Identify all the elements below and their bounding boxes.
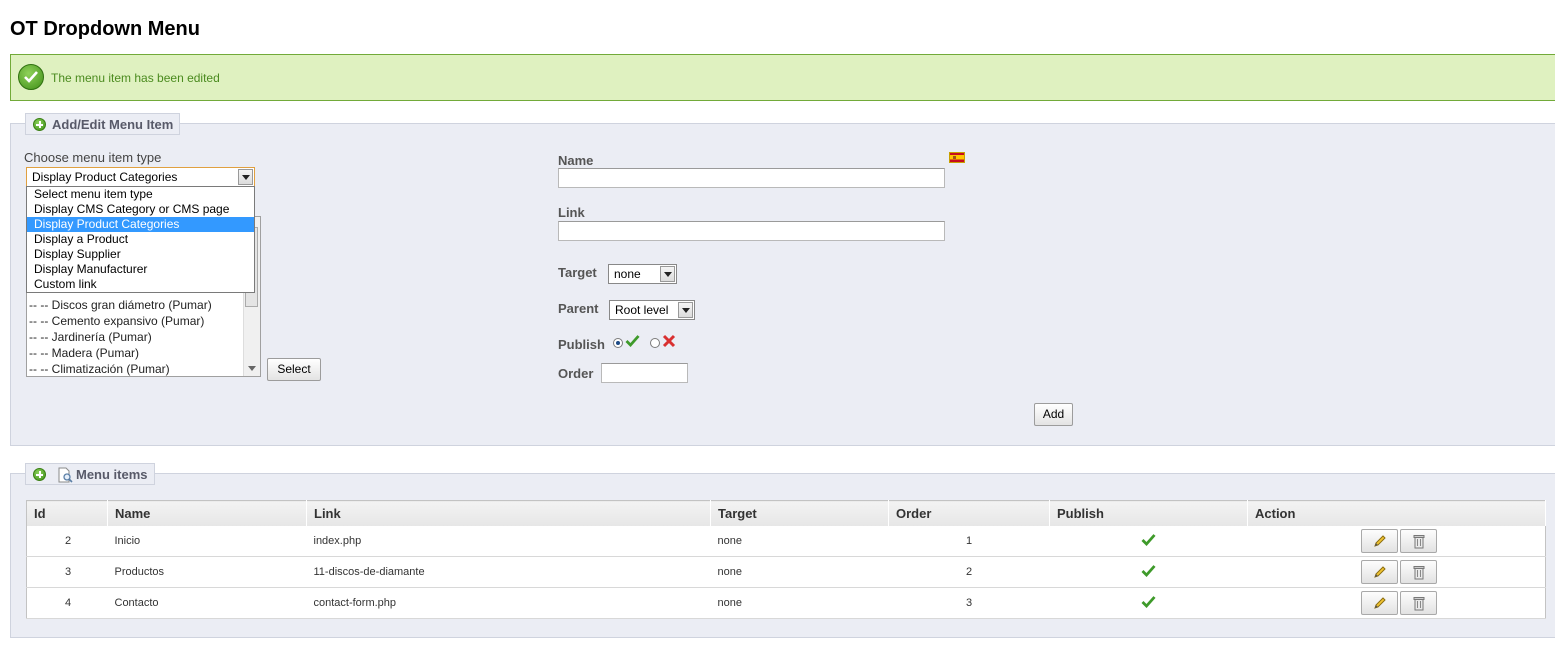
column-header-publish: Publish bbox=[1049, 500, 1248, 526]
menu-items-legend-text: Menu items bbox=[76, 467, 148, 482]
page-title: OT Dropdown Menu bbox=[10, 18, 200, 40]
target-select[interactable]: none bbox=[608, 264, 677, 284]
cell-name: Contacto bbox=[107, 587, 307, 619]
dropdown-option[interactable]: Display a Product bbox=[27, 232, 254, 247]
type-dropdown-list[interactable]: Select menu item type Display CMS Catego… bbox=[26, 186, 255, 293]
select-button[interactable]: Select bbox=[267, 358, 321, 381]
cell-id: 4 bbox=[26, 587, 108, 619]
type-select[interactable]: Display Product Categories bbox=[26, 167, 255, 187]
link-label: Link bbox=[558, 205, 585, 220]
success-check-icon bbox=[18, 64, 44, 90]
cell-action bbox=[1247, 556, 1546, 588]
table-row: 4 Contacto contact-form.php none 3 bbox=[26, 587, 1546, 619]
dropdown-option[interactable]: Display Supplier bbox=[27, 247, 254, 262]
delete-button[interactable] bbox=[1400, 529, 1437, 553]
document-search-icon bbox=[57, 467, 73, 490]
pencil-icon bbox=[1374, 535, 1386, 547]
dropdown-option[interactable]: Select menu item type bbox=[27, 187, 254, 202]
add-edit-legend-text: Add/Edit Menu Item bbox=[52, 117, 174, 132]
cell-publish bbox=[1049, 556, 1248, 588]
success-alert: The menu item has been edited bbox=[10, 54, 1555, 101]
column-header-action: Action bbox=[1247, 500, 1546, 526]
cell-link: index.php bbox=[306, 526, 711, 557]
delete-button[interactable] bbox=[1400, 560, 1437, 584]
cell-link: contact-form.php bbox=[306, 587, 711, 619]
list-item[interactable]: -- -- Discos gran diámetro (Pumar) bbox=[27, 297, 260, 313]
publish-yes-radio[interactable] bbox=[613, 338, 623, 348]
chevron-down-icon[interactable] bbox=[238, 169, 253, 185]
cell-order: 1 bbox=[888, 526, 1050, 557]
dropdown-option[interactable]: Display CMS Category or CMS page bbox=[27, 202, 254, 217]
cell-name: Inicio bbox=[107, 526, 307, 557]
cell-id: 2 bbox=[26, 526, 108, 557]
dropdown-option-selected[interactable]: Display Product Categories bbox=[27, 217, 254, 232]
order-label: Order bbox=[558, 366, 594, 381]
column-header-order: Order bbox=[888, 500, 1050, 526]
parent-label: Parent bbox=[558, 301, 599, 316]
scroll-down-arrow-icon[interactable] bbox=[248, 366, 256, 371]
list-item[interactable]: -- -- Madera (Pumar) bbox=[27, 345, 260, 361]
cell-target: none bbox=[710, 526, 889, 557]
publish-label: Publish bbox=[558, 337, 605, 352]
column-header-target: Target bbox=[710, 500, 889, 526]
cell-publish bbox=[1049, 587, 1248, 619]
dropdown-option[interactable]: Display Manufacturer bbox=[27, 262, 254, 277]
parent-select[interactable]: Root level bbox=[609, 300, 695, 320]
cell-name: Productos bbox=[107, 556, 307, 588]
list-item[interactable]: -- -- Climatización (Pumar) bbox=[27, 361, 260, 376]
name-label: Name bbox=[558, 153, 594, 168]
menu-items-table: Id Name Link Target Order Publish Action… bbox=[26, 500, 1546, 619]
type-label: Choose menu item type bbox=[24, 150, 162, 165]
trash-icon bbox=[1413, 535, 1425, 549]
column-header-id: Id bbox=[26, 500, 108, 526]
table-row: 2 Inicio index.php none 1 bbox=[26, 526, 1546, 557]
trash-icon bbox=[1413, 566, 1425, 580]
pencil-icon bbox=[1374, 566, 1386, 578]
cell-id: 3 bbox=[26, 556, 108, 588]
name-input[interactable] bbox=[558, 168, 945, 188]
parent-select-value: Root level bbox=[615, 303, 669, 317]
success-message: The menu item has been edited bbox=[51, 71, 220, 85]
menu-items-legend: Menu items bbox=[25, 463, 155, 485]
cell-target: none bbox=[710, 556, 889, 588]
publish-no-radio[interactable] bbox=[650, 338, 660, 348]
trash-icon bbox=[1413, 597, 1425, 611]
order-input[interactable] bbox=[601, 363, 688, 383]
published-check-icon[interactable] bbox=[1141, 534, 1156, 549]
target-select-value: none bbox=[614, 267, 641, 281]
pencil-icon bbox=[1374, 597, 1386, 609]
add-button[interactable]: Add bbox=[1034, 403, 1073, 426]
edit-button[interactable] bbox=[1361, 591, 1398, 615]
published-check-icon[interactable] bbox=[1141, 565, 1156, 580]
list-item[interactable]: -- -- Cemento expansivo (Pumar) bbox=[27, 313, 260, 329]
link-input[interactable] bbox=[558, 221, 945, 241]
chevron-down-icon[interactable] bbox=[678, 302, 693, 318]
column-header-link: Link bbox=[306, 500, 711, 526]
dropdown-option[interactable]: Custom link bbox=[27, 277, 254, 292]
cell-order: 2 bbox=[888, 556, 1050, 588]
add-icon bbox=[33, 118, 46, 131]
type-select-value: Display Product Categories bbox=[32, 170, 178, 184]
edit-button[interactable] bbox=[1361, 560, 1398, 584]
edit-button[interactable] bbox=[1361, 529, 1398, 553]
cell-publish bbox=[1049, 526, 1248, 557]
table-header-row: Id Name Link Target Order Publish Action bbox=[26, 500, 1546, 526]
add-edit-legend: Add/Edit Menu Item bbox=[25, 113, 181, 135]
cell-link: 11-discos-de-diamante bbox=[306, 556, 711, 588]
cell-order: 3 bbox=[888, 587, 1050, 619]
spain-flag-icon[interactable] bbox=[949, 152, 965, 163]
target-label: Target bbox=[558, 265, 597, 280]
cell-action bbox=[1247, 526, 1546, 557]
column-header-name: Name bbox=[107, 500, 307, 526]
chevron-down-icon[interactable] bbox=[660, 266, 675, 282]
check-icon bbox=[625, 334, 640, 350]
list-item[interactable]: -- -- Jardinería (Pumar) bbox=[27, 329, 260, 345]
published-check-icon[interactable] bbox=[1141, 596, 1156, 611]
cell-target: none bbox=[710, 587, 889, 619]
add-icon bbox=[33, 468, 46, 481]
table-row: 3 Productos 11-discos-de-diamante none 2 bbox=[26, 556, 1546, 588]
cross-icon bbox=[662, 334, 676, 351]
cell-action bbox=[1247, 587, 1546, 619]
delete-button[interactable] bbox=[1400, 591, 1437, 615]
